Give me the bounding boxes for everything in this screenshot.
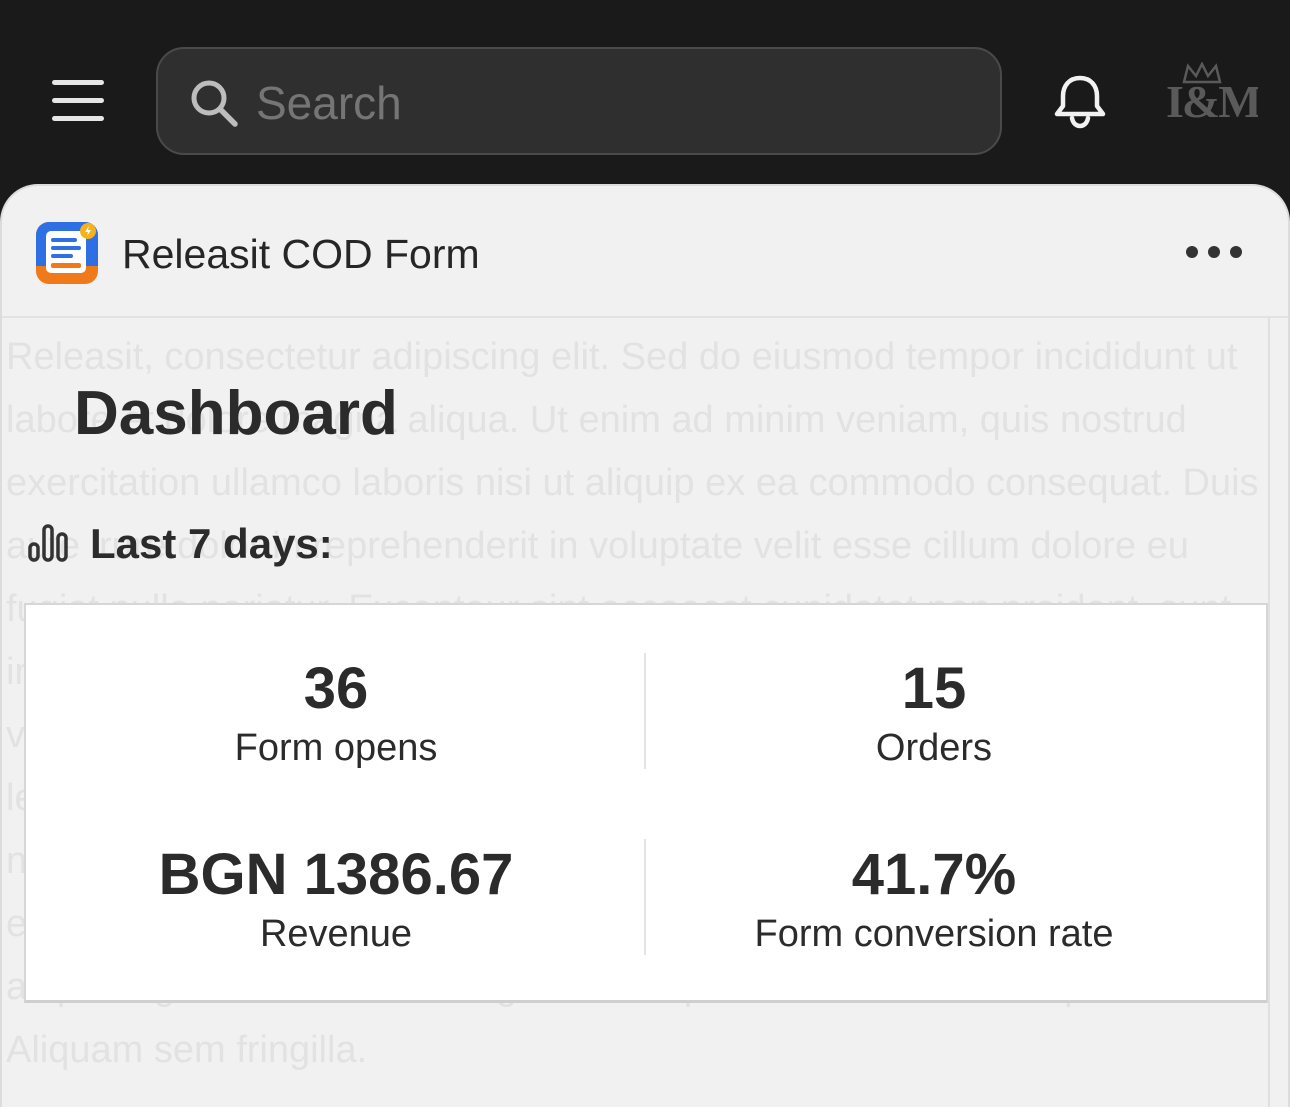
bar-chart-icon	[28, 524, 68, 562]
crown-icon	[1182, 62, 1222, 84]
app-sheet: Releasit COD Form Releasit, consectetur …	[0, 184, 1290, 1107]
avatar[interactable]: I&M	[1166, 62, 1258, 142]
stat-label: Form conversion rate	[754, 913, 1114, 955]
date-range-label: Last 7 days:	[90, 520, 333, 567]
search-bar[interactable]	[156, 47, 1002, 155]
stat-revenue: BGN 1386.67 Revenue	[26, 839, 646, 957]
stat-label: Form opens	[234, 727, 438, 769]
stat-value: 41.7%	[851, 842, 1017, 907]
stat-orders: 15 Orders	[624, 653, 1244, 771]
stat-label: Orders	[875, 727, 993, 769]
stat-value: BGN 1386.67	[158, 842, 514, 907]
search-input[interactable]	[254, 75, 954, 131]
stat-label: Revenue	[259, 913, 413, 955]
search-icon	[191, 80, 238, 127]
stat-form-opens: 36 Form opens	[26, 653, 646, 771]
ellipsis-icon[interactable]	[1182, 236, 1246, 268]
bell-icon[interactable]	[1052, 72, 1108, 130]
page-title: Dashboard	[74, 379, 398, 448]
stats-card: 36 Form opens 15 Orders BGN 1386.67 Reve…	[24, 603, 1268, 1003]
top-bar: I&M	[0, 0, 1290, 200]
stat-value: 15	[901, 656, 967, 721]
stat-value: 36	[303, 656, 369, 721]
app-header: Releasit COD Form	[2, 186, 1288, 318]
hamburger-menu-icon[interactable]	[50, 76, 106, 126]
stat-conversion-rate: 41.7% Form conversion rate	[624, 839, 1244, 957]
app-title: Releasit COD Form	[122, 231, 480, 277]
right-divider	[1268, 318, 1270, 1107]
releasit-app-icon	[36, 222, 98, 284]
